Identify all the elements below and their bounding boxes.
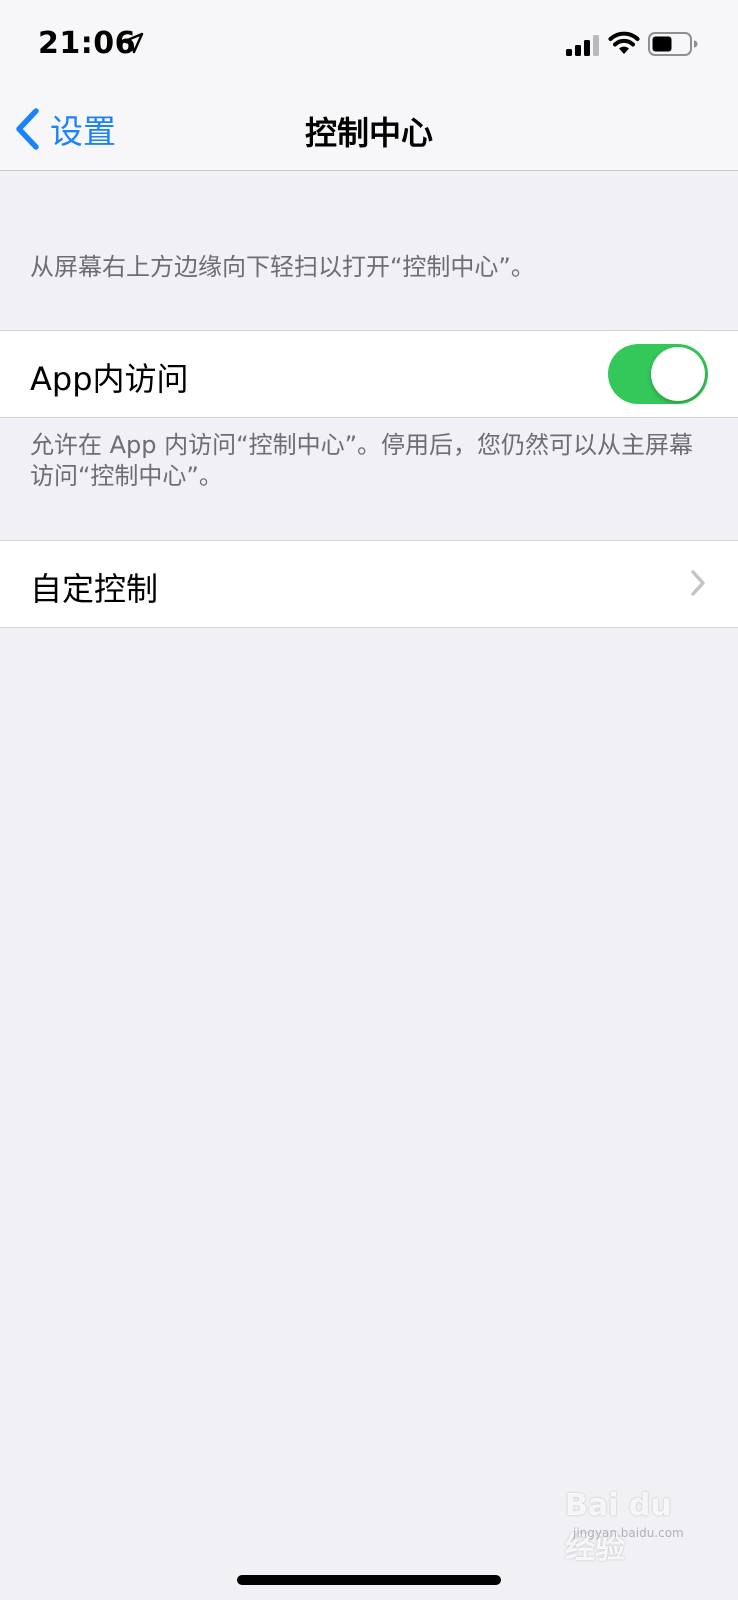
- navigation-bar: 设置 控制中心: [0, 88, 738, 171]
- baidu-watermark: Bai du 经验 jingyan.baidu.com: [555, 1488, 705, 1566]
- customize-controls-label: 自定控制: [30, 570, 159, 608]
- status-bar: 21:06: [0, 0, 738, 88]
- battery-icon: [648, 32, 698, 56]
- toggle-knob: [651, 347, 705, 401]
- swipe-hint-note: 从屏幕右上方边缘向下轻扫以打开“控制中心”。: [30, 253, 535, 281]
- location-arrow-icon: [122, 32, 144, 54]
- app-access-label: App内访问: [30, 360, 189, 398]
- app-access-note: 允许在 App 内访问“控制中心”。停用后，您仍然可以从主屏幕访问“控制中心”。: [30, 431, 694, 490]
- chevron-right-icon: [691, 570, 705, 596]
- customize-controls-row[interactable]: 自定控制: [0, 540, 738, 628]
- page-title: 控制中心: [304, 114, 433, 152]
- home-indicator[interactable]: [237, 1575, 501, 1585]
- app-access-row: App内访问: [0, 330, 738, 418]
- signal-icon: [566, 35, 599, 56]
- app-access-toggle[interactable]: [608, 344, 708, 404]
- wifi-icon: [608, 31, 640, 54]
- watermark-url: jingyan.baidu.com: [573, 1526, 684, 1540]
